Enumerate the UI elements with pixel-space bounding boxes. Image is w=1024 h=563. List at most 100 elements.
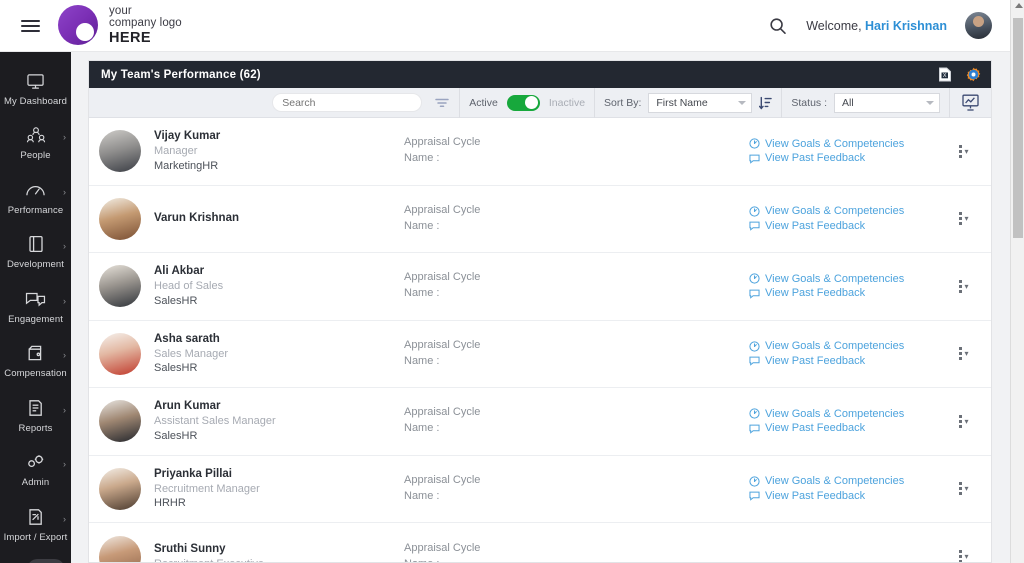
view-goals-link[interactable]: View Goals & Competencies (749, 204, 949, 219)
sidebar-item-people[interactable]: People › (0, 115, 71, 169)
employee-role: Manager (154, 145, 198, 158)
more-options-icon[interactable]: ▾ (949, 482, 979, 496)
sidebar-item-my-dashboard[interactable]: My Dashboard (0, 61, 71, 115)
company-logo[interactable]: your company logo HERE (58, 5, 182, 47)
employee-list: Vijay Kumar Manager MarketingHR Appraisa… (89, 118, 991, 562)
sidebar-item-label: Admin (21, 477, 50, 489)
sidebar-item-label: Performance (7, 204, 64, 216)
view-feedback-link[interactable]: View Past Feedback (749, 219, 949, 234)
view-feedback-label: View Past Feedback (765, 354, 866, 367)
view-feedback-link[interactable]: View Past Feedback (749, 354, 949, 369)
chevron-right-icon: › (63, 132, 66, 143)
presentation-chart-icon[interactable] (961, 93, 980, 112)
view-feedback-link[interactable]: View Past Feedback (749, 286, 949, 301)
logo-line-3: HERE (109, 30, 151, 47)
view-goals-label: View Goals & Competencies (765, 475, 905, 488)
employee-info: Vijay Kumar Manager MarketingHR (154, 129, 404, 173)
more-options-icon[interactable]: ▾ (949, 144, 979, 158)
sort-by-value: First Name (656, 96, 708, 109)
active-inactive-toggle[interactable] (506, 94, 540, 111)
table-row[interactable]: Ali Akbar Head of Sales SalesHR Appraisa… (89, 253, 991, 321)
gear-icon[interactable] (966, 67, 981, 82)
header-right-actions: Welcome, Hari Krishnan (768, 12, 1010, 39)
employee-name: Vijay Kumar (154, 130, 221, 143)
vertical-scrollbar[interactable] (1010, 0, 1024, 563)
sidebar-item-label: Reports (18, 422, 53, 434)
view-goals-link[interactable]: View Goals & Competencies (749, 339, 949, 354)
table-row[interactable]: Sruthi Sunny Recruitment Executive Appra… (89, 523, 991, 562)
target-icon (749, 273, 760, 285)
sidebar-item-engagement[interactable]: Engagement › (0, 279, 71, 333)
avatar (99, 130, 141, 173)
view-goals-label: View Goals & Competencies (765, 340, 905, 353)
more-options-icon[interactable]: ▾ (949, 414, 979, 428)
sidebar: My Dashboard People › Performance › Deve… (0, 52, 71, 563)
employee-role: Recruitment Manager (154, 482, 260, 495)
sidebar-item-performance[interactable]: Performance › (0, 170, 71, 224)
page-title: My Team's Performance (62) (101, 68, 261, 81)
hamburger-icon[interactable] (8, 19, 52, 32)
table-row[interactable]: Priyanka Pillai Recruitment Manager HRHR… (89, 456, 991, 523)
row-actions: View Goals & Competencies View Past Feed… (749, 474, 949, 503)
appraisal-cycle-line1: Appraisal Cycle (404, 406, 481, 419)
user-name[interactable]: Hari Krishnan (865, 19, 947, 33)
sidebar-item-label: Development (6, 259, 65, 271)
employee-info: Arun Kumar Assistant Sales Manager Sales… (154, 399, 404, 443)
search-input[interactable] (272, 93, 423, 112)
view-goals-link[interactable]: View Goals & Competencies (749, 407, 949, 422)
avatar (99, 467, 141, 510)
sidebar-item-import-export[interactable]: Import / Export › (0, 497, 71, 551)
employee-department: HRHR (154, 497, 186, 510)
scroll-up-arrow-icon[interactable] (1015, 3, 1023, 8)
more-options-icon[interactable]: ▾ (949, 212, 979, 226)
view-goals-link[interactable]: View Goals & Competencies (749, 474, 949, 489)
double-chevron-right-icon[interactable]: » (27, 558, 65, 563)
appraisal-cycle-line1: Appraisal Cycle (404, 136, 481, 149)
view-goals-link[interactable]: View Goals & Competencies (749, 137, 949, 152)
more-options-icon[interactable]: ▾ (949, 279, 979, 293)
table-row[interactable]: Asha sarath Sales Manager SalesHR Apprai… (89, 321, 991, 388)
excel-export-icon[interactable]: X (938, 67, 952, 82)
avatar (99, 400, 141, 443)
status-select[interactable]: All (834, 92, 940, 113)
status-value: All (842, 96, 854, 109)
svg-text:X: X (943, 73, 947, 79)
view-goals-link[interactable]: View Goals & Competencies (749, 272, 949, 287)
search-field[interactable] (282, 96, 413, 109)
sort-by-select[interactable]: First Name (648, 92, 753, 113)
table-row[interactable]: Varun Krishnan Appraisal Cycle Name : Vi… (89, 186, 991, 253)
sidebar-item-development[interactable]: Development › (0, 224, 71, 278)
view-feedback-link[interactable]: View Past Feedback (749, 489, 949, 504)
panel-header: My Team's Performance (62) X (89, 61, 991, 88)
comment-icon (749, 356, 760, 366)
avatar[interactable] (965, 12, 992, 39)
search-icon[interactable] (768, 16, 788, 36)
appraisal-cycle: Appraisal Cycle Name : (404, 270, 594, 302)
chevron-right-icon: › (63, 513, 66, 524)
view-feedback-link[interactable]: View Past Feedback (749, 421, 949, 436)
scrollbar-thumb[interactable] (1013, 18, 1023, 238)
status-label: Status : (791, 96, 827, 109)
view-goals-label: View Goals & Competencies (765, 205, 905, 218)
view-goals-label: View Goals & Competencies (765, 137, 905, 150)
view-feedback-link[interactable]: View Past Feedback (749, 151, 949, 166)
employee-info: Ali Akbar Head of Sales SalesHR (154, 264, 404, 308)
table-row[interactable]: Arun Kumar Assistant Sales Manager Sales… (89, 388, 991, 456)
appraisal-cycle-line2: Name : (404, 489, 440, 502)
sort-ascending-icon[interactable] (759, 96, 773, 110)
comment-icon (749, 154, 760, 164)
more-options-icon[interactable]: ▾ (949, 550, 979, 562)
employee-info: Sruthi Sunny Recruitment Executive (154, 542, 404, 562)
more-options-icon[interactable]: ▾ (949, 347, 979, 361)
filter-icon[interactable] (435, 97, 449, 109)
book-icon (2, 233, 69, 255)
appraisal-cycle-line2: Name : (404, 354, 440, 367)
table-row[interactable]: Vijay Kumar Manager MarketingHR Appraisa… (89, 118, 991, 186)
employee-role: Assistant Sales Manager (154, 415, 276, 428)
chat-bubbles-icon (2, 288, 69, 310)
sidebar-item-admin[interactable]: Admin › (0, 442, 71, 496)
report-icon (2, 397, 69, 419)
employee-name: Varun Krishnan (154, 212, 239, 225)
sidebar-item-compensation[interactable]: Compensation › (0, 333, 71, 387)
sidebar-item-reports[interactable]: Reports › (0, 388, 71, 442)
